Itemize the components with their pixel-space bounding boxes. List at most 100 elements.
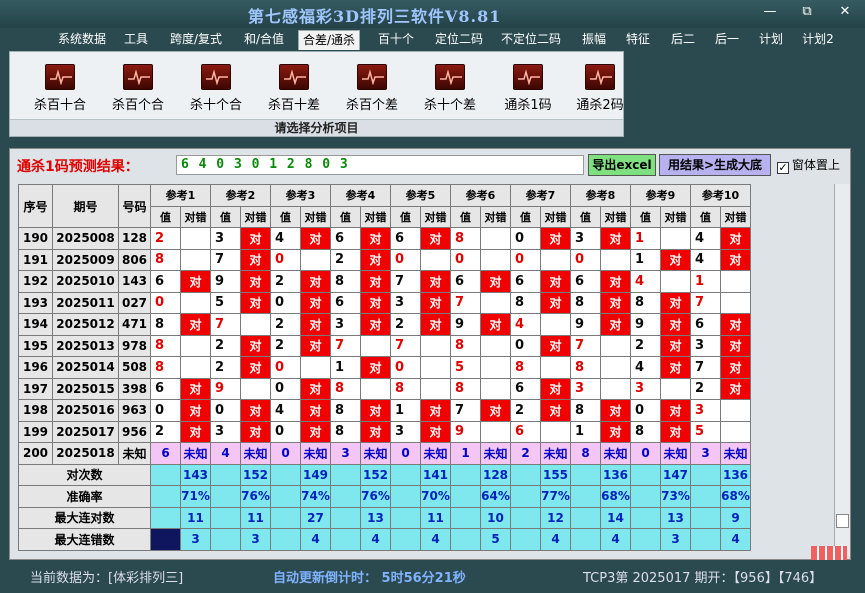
row-ref-hit: 对 xyxy=(600,313,631,336)
row-ref-miss xyxy=(480,420,511,443)
subheader-hit: 对错 xyxy=(480,205,511,228)
menu-item-10[interactable]: 后二 xyxy=(669,30,697,50)
subheader-value: 值 xyxy=(630,205,661,228)
ribbon-button-2[interactable]: 杀十个合 xyxy=(186,64,246,114)
menu-item-1[interactable]: 工具 xyxy=(124,30,148,50)
minimize-button[interactable]: — xyxy=(760,4,780,20)
pending-unknown: 未知 xyxy=(420,442,451,465)
row-ref-hit: 对 xyxy=(180,399,211,422)
vertical-scrollbar[interactable] xyxy=(834,184,850,556)
row-seq: 194 xyxy=(18,313,53,336)
row-ref-value: 3 xyxy=(210,227,241,250)
menu-item-5[interactable]: 百十个 xyxy=(376,30,416,50)
header-ref-6: 参考6 xyxy=(450,184,511,207)
table-row[interactable]: 198 2025016 963 0 对 0 对 4 对 8 对 1 对 7 对 2 对 8 对 0 对 3 xyxy=(18,399,751,422)
table-row[interactable]: 190 2025008 128 2 3 对 4 对 6 对 6 对 8 0 对 3 对 1 4 对 xyxy=(18,227,751,250)
stats-cell-pad xyxy=(630,506,661,529)
row-ref-value: 7 xyxy=(390,334,421,357)
row-period: 2025012 xyxy=(52,313,119,336)
row-ref-value: 0 xyxy=(270,248,301,271)
stats-value: 12 xyxy=(540,506,571,529)
row-period: 2025013 xyxy=(52,334,119,357)
row-ref-value: 8 xyxy=(330,377,361,400)
row-ref-hit: 对 xyxy=(600,420,631,443)
menu-item-7[interactable]: 不定位二码 xyxy=(499,30,563,50)
ribbon-button-4[interactable]: 杀百个差 xyxy=(342,64,402,114)
ribbon-button-6[interactable]: 通杀1码 xyxy=(498,64,558,114)
row-period: 2025011 xyxy=(52,291,119,314)
table-row[interactable]: 196 2025014 508 8 2 对 0 1 对 0 5 8 8 4 对 7 对 xyxy=(18,356,751,379)
menu-item-6[interactable]: 定位二码 xyxy=(434,30,484,50)
table-row[interactable]: 195 2025013 978 8 2 对 2 对 7 7 8 0 对 7 2 对 3 对 xyxy=(18,334,751,357)
menu-item-3[interactable]: 和/合值 xyxy=(242,30,286,50)
scrollbar-thumb[interactable] xyxy=(836,514,849,528)
row-ref-miss xyxy=(540,356,571,379)
stats-value: 9 xyxy=(720,506,751,529)
row-ref-value: 0 xyxy=(450,248,481,271)
chart-pulse-icon xyxy=(201,64,231,90)
menu-item-4[interactable]: 合差/通杀 xyxy=(298,30,360,50)
menu-item-9[interactable]: 特征 xyxy=(625,30,651,50)
row-ref-value: 3 xyxy=(210,420,241,443)
subheader-value: 值 xyxy=(330,205,361,228)
table-pending-row[interactable]: 200 2025018 未知 6 未知 4 未知 0 未知 3 未知 0 未知 1 未知 2 未知 8 未知 0 未知 3… xyxy=(18,442,751,465)
stats-value: 73% xyxy=(660,485,691,508)
pending-number: 未知 xyxy=(118,442,151,465)
stats-value: 74% xyxy=(300,485,331,508)
table-row[interactable]: 197 2025015 398 6 对 9 0 对 8 8 8 6 对 3 3 2 对 xyxy=(18,377,751,400)
row-ref-value: 8 xyxy=(150,356,181,379)
menu-item-8[interactable]: 振幅 xyxy=(580,30,608,50)
row-ref-value: 4 xyxy=(690,248,721,271)
row-ref-value: 7 xyxy=(390,270,421,293)
chart-pulse-icon xyxy=(585,64,615,90)
stats-label: 最大连错数 xyxy=(18,528,151,551)
generate-base-button[interactable]: 用结果>生成大底 xyxy=(659,154,771,176)
export-excel-button[interactable]: 导出excel xyxy=(588,154,656,176)
stats-cell-pad xyxy=(570,463,601,486)
subheader-value: 值 xyxy=(270,205,301,228)
row-seq: 191 xyxy=(18,248,53,271)
row-ref-miss xyxy=(540,313,571,336)
table-row[interactable]: 199 2025017 956 2 对 3 对 0 对 8 对 3 对 9 6 1 对 8 对 5 xyxy=(18,420,751,443)
menu-item-2[interactable]: 跨度/复式 xyxy=(168,30,224,50)
ribbon-button-1[interactable]: 杀百个合 xyxy=(108,64,168,114)
menu-item-11[interactable]: 后一 xyxy=(713,30,741,50)
stats-cell-pad xyxy=(210,463,241,486)
prediction-value-field[interactable]: 6 4 0 3 0 1 2 8 0 3 xyxy=(176,155,584,175)
row-ref-miss xyxy=(300,248,331,271)
ribbon-button-7[interactable]: 通杀2码 xyxy=(570,64,630,114)
stats-value: 13 xyxy=(660,506,691,529)
row-ref-value: 6 xyxy=(330,291,361,314)
menu-item-13[interactable]: 计划2 xyxy=(801,30,835,50)
title-bar: 第七感福彩3D排列三软件V8.81 — ⧉ ✕ xyxy=(0,0,865,28)
table-row[interactable]: 193 2025011 027 0 5 对 0 对 6 对 3 对 7 8 对 8 对 8 对 7 xyxy=(18,291,751,314)
row-ref-value: 0 xyxy=(150,399,181,422)
stats-value: 143 xyxy=(180,463,211,486)
row-ref-value: 0 xyxy=(270,291,301,314)
row-ref-miss xyxy=(600,334,631,357)
table-row[interactable]: 192 2025010 143 6 对 9 对 2 对 8 对 7 对 6 对 6 对 6 对 4 1 xyxy=(18,270,751,293)
menu-item-0[interactable]: 系统数据 xyxy=(56,30,108,50)
stay-on-top-checkbox[interactable]: ✓ 窗体置上 xyxy=(777,156,840,174)
table-row[interactable]: 191 2025009 806 8 7 对 0 2 对 0 0 0 0 1 对 4 对 xyxy=(18,248,751,271)
row-ref-value: 3 xyxy=(330,313,361,336)
latest-draw-info: TCP3第 2025017 期开：【956】【746】 xyxy=(583,571,823,586)
row-ref-value: 6 xyxy=(510,377,541,400)
row-number: 978 xyxy=(118,334,151,357)
stats-value: 136 xyxy=(720,463,751,486)
close-button[interactable]: ✕ xyxy=(835,4,855,20)
table-row[interactable]: 194 2025012 471 8 对 7 2 对 3 对 2 对 9 对 4 9 对 9 对 6 对 xyxy=(18,313,751,336)
window-title: 第七感福彩3D排列三软件V8.81 xyxy=(248,7,502,26)
maximize-button[interactable]: ⧉ xyxy=(797,4,817,20)
menu-item-12[interactable]: 计划 xyxy=(757,30,785,50)
subheader-value: 值 xyxy=(450,205,481,228)
ribbon-button-0[interactable]: 杀百十合 xyxy=(30,64,90,114)
stats-value: 11 xyxy=(180,506,211,529)
ribbon-button-3[interactable]: 杀百十差 xyxy=(264,64,324,114)
row-ref-miss xyxy=(180,227,211,250)
stats-cell-pad xyxy=(630,463,661,486)
row-ref-hit: 对 xyxy=(660,399,691,422)
row-ref-hit: 对 xyxy=(360,356,391,379)
ribbon-button-5[interactable]: 杀十个差 xyxy=(420,64,480,114)
row-ref-hit: 对 xyxy=(240,356,271,379)
